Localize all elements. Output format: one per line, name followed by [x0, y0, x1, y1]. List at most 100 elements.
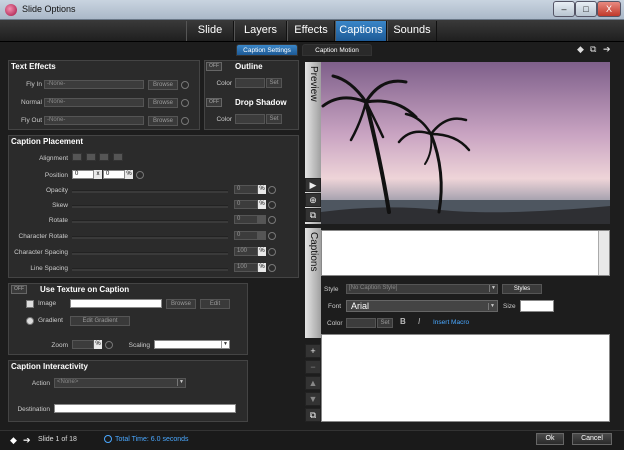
total-time: Total Time: 6.0 seconds: [115, 436, 189, 443]
fly-out-select[interactable]: -None-: [44, 116, 144, 125]
tab-layers[interactable]: Layers: [234, 21, 287, 41]
caption-color-swatch[interactable]: [346, 318, 376, 328]
subtab-caption-settings[interactable]: Caption Settings: [236, 44, 298, 56]
font-select[interactable]: Arial: [346, 300, 498, 312]
bold-button[interactable]: B: [400, 317, 406, 326]
rotate-reset-icon[interactable]: [268, 216, 276, 224]
outline-color-swatch[interactable]: [235, 78, 265, 88]
image-path-input[interactable]: [70, 299, 162, 308]
caption-fit-icon[interactable]: ⧉: [305, 408, 321, 422]
add-caption-icon[interactable]: +: [305, 344, 321, 358]
scaling-select[interactable]: [154, 340, 230, 349]
caption-color-set-button[interactable]: Set: [377, 318, 393, 328]
gradient-label: Gradient: [38, 317, 63, 324]
interactivity-title: Caption Interactivity: [11, 362, 88, 371]
normal-select[interactable]: -None-: [44, 98, 144, 107]
font-dropdown-icon[interactable]: ▼: [488, 303, 496, 310]
zoom-icon[interactable]: ⊕: [305, 193, 321, 207]
close-button[interactable]: X: [597, 1, 621, 17]
tab-effects[interactable]: Effects: [287, 21, 335, 41]
align-right-icon[interactable]: [99, 153, 109, 161]
character-rotate-value[interactable]: 0: [234, 231, 258, 240]
outline-set-button[interactable]: Set: [266, 78, 282, 88]
gradient-radio[interactable]: [26, 317, 34, 325]
tab-slide[interactable]: Slide: [186, 21, 234, 41]
tab-captions[interactable]: Captions: [335, 21, 387, 41]
copy-icon[interactable]: ⧉: [590, 44, 596, 55]
caption-scrollbar[interactable]: [598, 231, 609, 275]
shadow-color-swatch[interactable]: [235, 114, 265, 124]
outline-toggle[interactable]: OFF: [206, 62, 222, 71]
app-icon: [5, 4, 17, 16]
action-select[interactable]: <None>: [54, 378, 186, 388]
size-select[interactable]: [520, 300, 554, 312]
preview-label: Preview: [308, 66, 319, 102]
prev-arrow-icon[interactable]: ◆: [577, 44, 584, 55]
position-y-input[interactable]: 0: [103, 170, 125, 179]
position-x-input[interactable]: 0: [72, 170, 94, 179]
image-checkbox[interactable]: [26, 300, 34, 308]
position-reset-icon[interactable]: [136, 171, 144, 179]
normal-browse-button[interactable]: Browse: [148, 98, 178, 108]
caption-placement-title: Caption Placement: [11, 137, 84, 146]
rotate-value[interactable]: 0: [234, 215, 258, 224]
texture-toggle[interactable]: OFF: [11, 285, 27, 294]
style-dropdown-icon[interactable]: ▼: [489, 285, 497, 292]
skew-slider[interactable]: [72, 205, 228, 208]
fly-in-browse-button[interactable]: Browse: [148, 80, 178, 90]
fit-icon[interactable]: ⧉: [305, 208, 321, 222]
destination-input[interactable]: [54, 404, 236, 413]
line-spacing-slider[interactable]: [72, 268, 228, 271]
minimize-button[interactable]: –: [553, 1, 575, 17]
next-slide-icon[interactable]: ➔: [23, 435, 31, 446]
texture-browse-button[interactable]: Browse: [166, 299, 196, 309]
shadow-set-button[interactable]: Set: [266, 114, 282, 124]
normal-reset-icon[interactable]: [181, 99, 189, 107]
align-justify-icon[interactable]: [113, 153, 123, 161]
line-spacing-reset-icon[interactable]: [268, 264, 276, 272]
character-spacing-slider[interactable]: [72, 252, 228, 255]
styles-button[interactable]: Styles: [502, 284, 542, 294]
subtab-caption-motion[interactable]: Caption Motion: [302, 44, 372, 56]
zoom-input[interactable]: [72, 340, 94, 349]
line-spacing-label: Line Spacing: [30, 265, 68, 272]
texture-edit-button[interactable]: Edit: [200, 299, 230, 309]
align-center-icon[interactable]: [86, 153, 96, 161]
caption-text-area[interactable]: [321, 230, 610, 276]
italic-button[interactable]: I: [418, 317, 420, 326]
character-spacing-reset-icon[interactable]: [268, 248, 276, 256]
move-down-icon[interactable]: ▼: [305, 392, 321, 406]
line-spacing-value[interactable]: 100: [234, 263, 258, 272]
tab-sounds[interactable]: Sounds: [387, 21, 437, 41]
fly-out-reset-icon[interactable]: [181, 117, 189, 125]
opacity-slider[interactable]: [72, 190, 228, 193]
character-rotate-reset-icon[interactable]: [268, 232, 276, 240]
drop-shadow-toggle[interactable]: OFF: [206, 98, 222, 107]
cancel-button[interactable]: Cancel: [572, 433, 612, 445]
character-rotate-slider[interactable]: [72, 236, 228, 239]
fly-out-browse-button[interactable]: Browse: [148, 116, 178, 126]
align-left-icon[interactable]: [72, 153, 82, 161]
maximize-button[interactable]: □: [575, 1, 597, 17]
insert-macro-link[interactable]: Insert Macro: [433, 319, 469, 326]
move-up-icon[interactable]: ▲: [305, 376, 321, 390]
scaling-dropdown-icon[interactable]: ▼: [221, 341, 229, 348]
action-dropdown-icon[interactable]: ▼: [177, 379, 185, 386]
color-label: Color: [327, 320, 343, 327]
edit-gradient-button[interactable]: Edit Gradient: [70, 316, 130, 326]
style-select[interactable]: [No Caption Style]: [346, 284, 498, 294]
fly-in-select[interactable]: -None-: [44, 80, 144, 89]
skew-reset-icon[interactable]: [268, 201, 276, 209]
remove-caption-icon[interactable]: −: [305, 360, 321, 374]
next-arrow-icon[interactable]: ➔: [603, 44, 611, 55]
fly-in-reset-icon[interactable]: [181, 81, 189, 89]
skew-value[interactable]: 0: [234, 200, 258, 209]
opacity-reset-icon[interactable]: [268, 186, 276, 194]
character-spacing-value[interactable]: 100: [234, 247, 258, 256]
ok-button[interactable]: Ok: [536, 433, 564, 445]
rotate-slider[interactable]: [72, 220, 228, 223]
caption-list[interactable]: [321, 334, 610, 422]
play-icon[interactable]: ▶: [305, 178, 321, 192]
prev-slide-icon[interactable]: ◆: [10, 435, 17, 446]
opacity-value[interactable]: 0: [234, 185, 258, 194]
